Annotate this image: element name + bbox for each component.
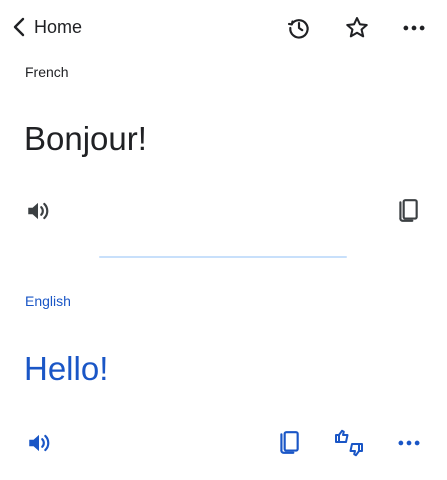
translated-text: Hello! [24, 350, 109, 387]
favorite-button[interactable] [341, 12, 373, 44]
source-text: Bonjour! [24, 120, 147, 157]
more-horiz-icon [398, 440, 420, 446]
chevron-left-icon [13, 17, 25, 37]
back-button[interactable]: Home [10, 12, 82, 42]
speaker-icon [29, 434, 50, 452]
source-listen-button[interactable] [21, 194, 55, 228]
history-button[interactable] [283, 12, 315, 44]
history-icon [287, 19, 309, 39]
target-copy-button[interactable] [272, 426, 306, 460]
top-bar: Home [0, 0, 447, 56]
copy-icon [399, 199, 418, 222]
feedback-thumbs-icon [335, 429, 363, 457]
copy-icon [280, 431, 299, 454]
target-more-button[interactable] [392, 426, 426, 460]
speaker-icon [28, 202, 49, 220]
source-copy-button[interactable] [391, 194, 425, 228]
rate-translation-button[interactable] [332, 426, 366, 460]
target-listen-button[interactable] [22, 426, 56, 460]
more-horiz-icon [403, 25, 425, 31]
back-label: Home [34, 16, 83, 37]
target-language-label: English [25, 293, 71, 309]
more-options-button[interactable] [398, 12, 430, 44]
divider [99, 256, 347, 258]
source-language-label: French [25, 64, 69, 80]
star-icon [346, 17, 368, 38]
